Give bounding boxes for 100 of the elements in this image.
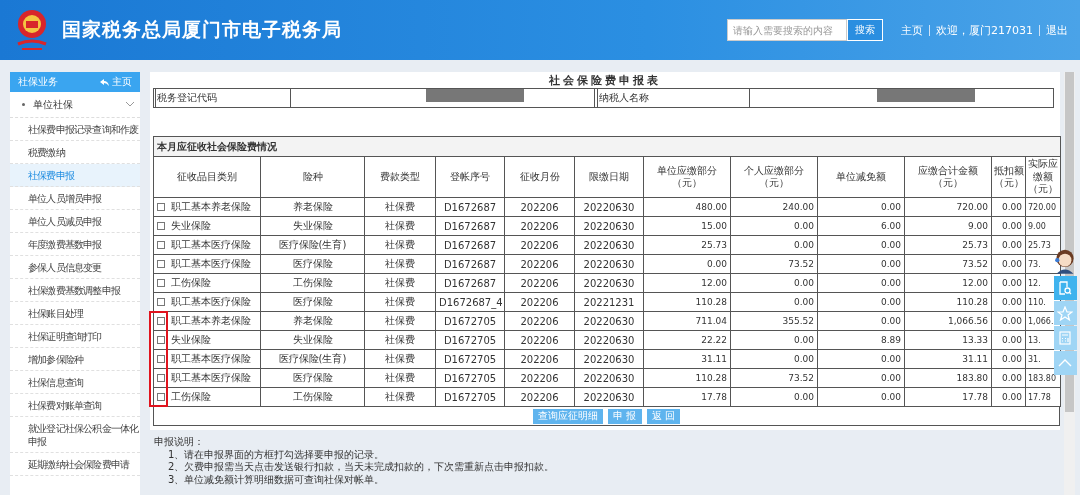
- sidebar-item[interactable]: 社保信息查询: [10, 371, 140, 394]
- table-cell: 0.00: [817, 235, 905, 255]
- table-cell: 202206: [504, 273, 575, 293]
- table-cell: 73.52: [730, 368, 818, 388]
- sidebar-item[interactable]: 社保费对账单查询: [10, 394, 140, 417]
- table-cell: D1672705: [435, 387, 505, 407]
- table-cell: 0.00: [991, 330, 1026, 350]
- table-cell: D1672687_4: [435, 292, 505, 312]
- sidebar-item[interactable]: 社保证明查询打印: [10, 325, 140, 348]
- table-cell: 医疗保险: [260, 254, 365, 274]
- table-cell: 社保费: [364, 292, 436, 312]
- search-field[interactable]: 请输入需要搜索的内容: [727, 19, 847, 41]
- table-cell: 0.00: [817, 349, 905, 369]
- table-cell: 20220630: [574, 368, 644, 388]
- table-cell: 202206: [504, 254, 575, 274]
- checkbox[interactable]: [157, 317, 165, 325]
- sidebar-item[interactable]: 单位人员增员申报: [10, 187, 140, 210]
- table-cell: 355.52: [730, 311, 818, 331]
- table-cell: 工伤保险: [171, 276, 211, 290]
- checkbox[interactable]: [157, 279, 165, 287]
- checkbox[interactable]: [157, 260, 165, 268]
- sidebar-item[interactable]: 增加参保险种: [10, 348, 140, 371]
- table-cell: 社保费: [364, 349, 436, 369]
- table-cell: 社保费: [364, 254, 436, 274]
- table-cell: 0.00: [991, 368, 1026, 388]
- table-cell: 0.00: [991, 254, 1026, 274]
- table-cell: 0.00: [730, 387, 818, 407]
- table-cell: 20220630: [574, 330, 644, 350]
- assistant-figure-icon[interactable]: [1053, 247, 1077, 275]
- table-cell: 养老保险: [260, 197, 365, 217]
- table-cell: 17.78: [643, 387, 731, 407]
- table-cell: 0.00: [817, 197, 905, 217]
- table-cell: 0.00: [817, 387, 905, 407]
- field-label: 税务登记代码: [156, 89, 291, 107]
- table-cell: 社保费: [364, 197, 436, 217]
- table-cell: 医疗保险(生育): [260, 235, 365, 255]
- table-cell: 9.00: [1025, 216, 1061, 236]
- table-cell: 0.00: [817, 254, 905, 274]
- chevron-up-icon: [1058, 359, 1072, 367]
- table-cell: D1672687: [435, 273, 505, 293]
- column-header: 登帐序号: [435, 156, 505, 198]
- table-cell: 73.52: [904, 254, 992, 274]
- table-cell: 0.00: [991, 311, 1026, 331]
- table-cell: D1672705: [435, 311, 505, 331]
- table-cell: 12.00: [904, 273, 992, 293]
- checkbox[interactable]: [157, 241, 165, 249]
- table-cell: 职工基本养老保险: [171, 200, 251, 214]
- table-cell: 职工基本医疗保险: [171, 238, 251, 252]
- table-cell: 25.73: [643, 235, 731, 255]
- table-cell: D1672687: [435, 197, 505, 217]
- table-cell: 0.00: [991, 197, 1026, 217]
- table-cell: 职工基本医疗保险: [171, 352, 251, 366]
- column-header: 抵扣额（元）: [991, 156, 1026, 198]
- note-text: 1、请在申报界面的方框打勾选择要申报的记录。: [167, 448, 386, 461]
- column-header: 单位减免额: [817, 156, 905, 198]
- table-cell: 0.00: [817, 273, 905, 293]
- table-cell: D1672687: [435, 235, 505, 255]
- sidebar-item[interactable]: 社保缴费基数调整申报: [10, 279, 140, 302]
- table-cell: 0.00: [991, 273, 1026, 293]
- checkbox[interactable]: [157, 203, 165, 211]
- table-cell: 社保费: [364, 273, 436, 293]
- table-cell: 20220630: [574, 387, 644, 407]
- table-cell: 15.00: [643, 216, 731, 236]
- sidebar-item[interactable]: 就业登记社保公积金一体化申报: [10, 417, 140, 453]
- table-cell: 0.00: [730, 235, 818, 255]
- table-cell: 20220630: [574, 216, 644, 236]
- back-arrow-icon: [100, 78, 109, 86]
- sidebar-item[interactable]: 社保账目处理: [10, 302, 140, 325]
- sidebar-item[interactable]: 延期缴纳社会保险费申请: [10, 453, 140, 476]
- form-title: 社会保险费申报表: [548, 73, 662, 88]
- sidebar-item[interactable]: 社保费申报记录查询和作废: [10, 118, 140, 141]
- section-header: 本月应征收社会保险费情况: [153, 136, 1061, 157]
- sidebar-group[interactable]: 单位社保: [10, 92, 140, 118]
- table-cell: 202206: [504, 235, 575, 255]
- checkbox[interactable]: [157, 298, 165, 306]
- table-cell: 0.00: [817, 311, 905, 331]
- checkbox[interactable]: [157, 355, 165, 363]
- table-cell: 失业保险: [260, 216, 365, 236]
- table-cell: 240.00: [730, 197, 818, 217]
- table-cell: 711.04: [643, 311, 731, 331]
- column-header: 单位应缴部分（元）: [643, 156, 731, 198]
- table-cell: 31.11: [904, 349, 992, 369]
- sidebar-item[interactable]: 参保人员信息变更: [10, 256, 140, 279]
- table-cell: 0.00: [730, 349, 818, 369]
- checkbox[interactable]: [157, 393, 165, 401]
- column-header: 个人应缴部分（元）: [730, 156, 818, 198]
- table-cell: 社保费: [364, 387, 436, 407]
- sidebar-item[interactable]: 单位人员减员申报: [10, 210, 140, 233]
- checkbox[interactable]: [157, 374, 165, 382]
- checkbox[interactable]: [157, 222, 165, 230]
- table-cell: D1672687: [435, 254, 505, 274]
- sidebar-item[interactable]: 年度缴费基数申报: [10, 233, 140, 256]
- table-cell: 20220630: [574, 235, 644, 255]
- table-cell: 20220630: [574, 254, 644, 274]
- star-icon: [1057, 305, 1073, 321]
- table-cell: 职工基本医疗保险: [171, 371, 251, 385]
- table-cell: 0.00: [991, 216, 1026, 236]
- table-cell: 20220630: [574, 273, 644, 293]
- checkbox[interactable]: [157, 336, 165, 344]
- table-cell: 12.00: [643, 273, 731, 293]
